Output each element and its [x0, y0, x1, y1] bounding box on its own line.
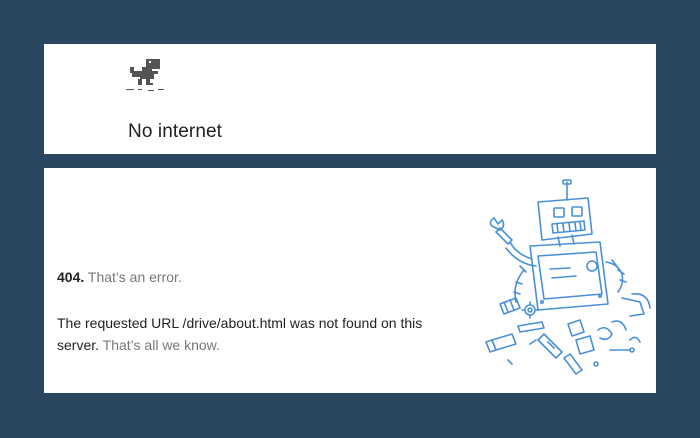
error-panel: 404. That’s an error. The requested URL … — [44, 168, 656, 393]
error-code-line: 404. That’s an error. — [57, 269, 182, 285]
error-message: The requested URL /drive/about.html was … — [57, 312, 427, 356]
broken-robot-illustration — [485, 179, 651, 375]
offline-panel: No internet — [44, 44, 656, 154]
error-code-suffix: That’s an error. — [87, 269, 182, 285]
no-internet-heading: No internet — [128, 121, 223, 142]
dino-icon — [126, 59, 164, 91]
error-code: 404. — [57, 269, 85, 285]
error-message-suffix: That’s all we know. — [102, 337, 220, 353]
